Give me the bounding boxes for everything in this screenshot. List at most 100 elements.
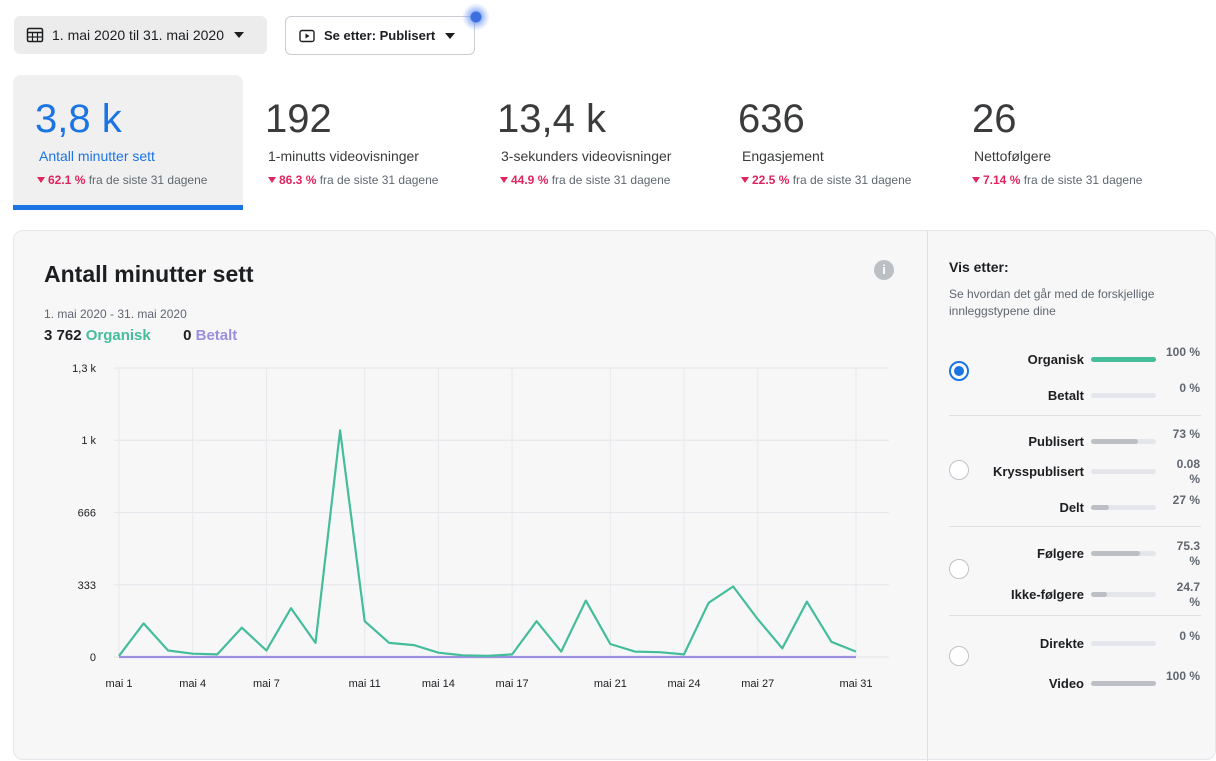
breakdown-bar-fill bbox=[1091, 357, 1156, 362]
breakdown-radio[interactable] bbox=[949, 361, 969, 381]
change-suffix: fra de siste 31 dagene bbox=[88, 173, 208, 187]
breakdown-percent: 27 % bbox=[1172, 493, 1200, 507]
metric-label: Engasjement bbox=[742, 148, 824, 164]
breakdown-bar-track bbox=[1091, 592, 1156, 597]
calendar-icon bbox=[26, 26, 44, 44]
down-arrow-icon bbox=[268, 177, 276, 183]
x-tick-label: mai 17 bbox=[496, 678, 529, 690]
y-tick-label: 0 bbox=[90, 652, 96, 664]
breakdown-bar-track bbox=[1091, 469, 1156, 474]
breakdown-bar-fill bbox=[1091, 592, 1108, 597]
breakdown-percent: 100 % bbox=[1165, 345, 1200, 359]
metric-tab-engagement[interactable]: 636 Engasjement 22.5 % fra de siste 31 d… bbox=[728, 75, 958, 210]
breakdown-label: Organisk bbox=[1027, 352, 1084, 367]
breakdown-percent: 73 % bbox=[1172, 427, 1200, 441]
metrics-row: 3,8 k Antall minutter sett 62.1 % fra de… bbox=[0, 75, 1216, 210]
breakdown-bar-track bbox=[1091, 681, 1156, 686]
breakdown-bar-track bbox=[1091, 505, 1156, 510]
metric-label: 1-minutts videovisninger bbox=[268, 148, 419, 164]
breakdown-bar-fill bbox=[1091, 439, 1139, 444]
video-icon bbox=[298, 27, 316, 45]
breakdown-label: Video bbox=[1048, 676, 1084, 691]
date-range-label: 1. mai 2020 til 31. mai 2020 bbox=[52, 27, 224, 43]
active-tab-indicator bbox=[13, 205, 243, 210]
x-tick-label: mai 27 bbox=[741, 678, 774, 690]
metric-change: 62.1 % fra de siste 31 dagene bbox=[37, 173, 207, 187]
group-divider bbox=[949, 526, 1201, 527]
x-tick-label: mai 31 bbox=[839, 678, 872, 690]
chart-card: Antall minutter sett i 1. mai 2020 - 31.… bbox=[13, 230, 1216, 761]
breakdown-percent: 24.7 % bbox=[1176, 580, 1200, 609]
chevron-down-icon bbox=[445, 32, 456, 39]
x-tick-label: mai 11 bbox=[349, 678, 381, 690]
x-tick-label: mai 21 bbox=[594, 678, 627, 690]
breakdown-percent: 0 % bbox=[1179, 381, 1200, 395]
breakdown-radio[interactable] bbox=[949, 559, 969, 579]
breakdown-row: Direkte 0 % bbox=[974, 629, 1202, 659]
change-percent: 62.1 % bbox=[48, 173, 86, 187]
x-tick-label: mai 7 bbox=[253, 678, 280, 690]
metric-tab-net-followers[interactable]: 26 Nettofølgere 7.14 % fra de siste 31 d… bbox=[962, 75, 1192, 210]
breakdown-row: Publisert 73 % bbox=[974, 427, 1202, 457]
breakdown-percent: 0.08 % bbox=[1176, 457, 1200, 486]
breakdown-percent: 100 % bbox=[1165, 669, 1200, 683]
y-tick-label: 1 k bbox=[81, 435, 96, 447]
change-suffix: fra de siste 31 dagene bbox=[792, 173, 912, 187]
breakdown-row: Ikke-følgere 24.7 % bbox=[974, 580, 1202, 610]
x-tick-label: mai 24 bbox=[668, 678, 701, 690]
line-chart: 0 333 666 1 k 1,3 k mai 1 mai 4 mai 7 mai 11 mai … bbox=[72, 363, 889, 690]
change-percent: 22.5 % bbox=[752, 173, 790, 187]
x-tick-label: mai 14 bbox=[422, 678, 455, 690]
view-by-selector[interactable]: Se etter: Publisert bbox=[285, 16, 475, 55]
metric-label: Antall minutter sett bbox=[39, 148, 155, 164]
down-arrow-icon bbox=[37, 177, 45, 183]
group-divider bbox=[949, 415, 1201, 416]
breakdown-bar-track bbox=[1091, 393, 1156, 398]
breakdown-label: Betalt bbox=[1047, 388, 1084, 403]
breakdown-row: Følgere 75.3 % bbox=[974, 539, 1202, 569]
metric-tab-3sec-views[interactable]: 13,4 k 3-sekunders videovisninger 44.9 %… bbox=[487, 75, 717, 210]
breakdown-bar-track bbox=[1091, 641, 1156, 646]
metric-value: 636 bbox=[738, 97, 805, 141]
metric-tab-minutes-viewed[interactable]: 3,8 k Antall minutter sett 62.1 % fra de… bbox=[13, 75, 243, 210]
metric-change: 86.3 % fra de siste 31 dagene bbox=[268, 173, 438, 187]
change-suffix: fra de siste 31 dagene bbox=[551, 173, 671, 187]
breakdown-bar-fill bbox=[1091, 681, 1156, 686]
breakdown-label: Direkte bbox=[1039, 636, 1084, 651]
breakdown-bar-track bbox=[1091, 551, 1156, 556]
x-tick-label: mai 1 bbox=[106, 678, 133, 690]
breakdown-bar-track bbox=[1091, 357, 1156, 362]
breakdown-radio[interactable] bbox=[949, 460, 969, 480]
y-tick-label: 666 bbox=[78, 508, 96, 520]
y-tick-label: 1,3 k bbox=[72, 363, 96, 375]
metric-tab-1min-views[interactable]: 192 1-minutts videovisninger 86.3 % fra … bbox=[255, 75, 485, 210]
breakdown-row: Delt 27 % bbox=[974, 493, 1202, 523]
metric-change: 7.14 % fra de siste 31 dagene bbox=[972, 173, 1142, 187]
breakdown-bar-track bbox=[1091, 439, 1156, 444]
down-arrow-icon bbox=[741, 177, 749, 183]
metric-change: 44.9 % fra de siste 31 dagene bbox=[500, 173, 670, 187]
tooltip-pulse-indicator[interactable] bbox=[462, 3, 490, 31]
change-percent: 44.9 % bbox=[511, 173, 549, 187]
change-suffix: fra de siste 31 dagene bbox=[319, 173, 439, 187]
x-tick-label: mai 4 bbox=[179, 678, 206, 690]
chevron-down-icon bbox=[234, 32, 244, 38]
group-divider bbox=[949, 615, 1201, 616]
breakdown-row: Video 100 % bbox=[974, 669, 1202, 699]
panel-divider bbox=[927, 231, 928, 761]
breakdown-bar-fill bbox=[1091, 551, 1140, 556]
breakdown-row: Betalt 0 % bbox=[974, 381, 1202, 411]
toolbar: 1. mai 2020 til 31. mai 2020 Se etter: P… bbox=[0, 0, 1216, 70]
breakdown-bar-fill bbox=[1091, 505, 1109, 510]
metric-label: Nettofølgere bbox=[974, 148, 1052, 164]
breakdown-label: Følgere bbox=[1037, 546, 1084, 561]
metric-change: 22.5 % fra de siste 31 dagene bbox=[741, 173, 911, 187]
breakdown-radio[interactable] bbox=[949, 646, 969, 666]
view-by-label: Se etter: Publisert bbox=[324, 28, 436, 43]
breakdown-percent: 0 % bbox=[1179, 629, 1200, 643]
metric-value: 26 bbox=[972, 97, 1017, 141]
breakdown-row: Organisk 100 % bbox=[974, 345, 1202, 375]
change-suffix: fra de siste 31 dagene bbox=[1023, 173, 1143, 187]
panel-description: Se hvordan det går med de forskjellige i… bbox=[949, 287, 1155, 318]
date-range-selector[interactable]: 1. mai 2020 til 31. mai 2020 bbox=[14, 16, 267, 54]
